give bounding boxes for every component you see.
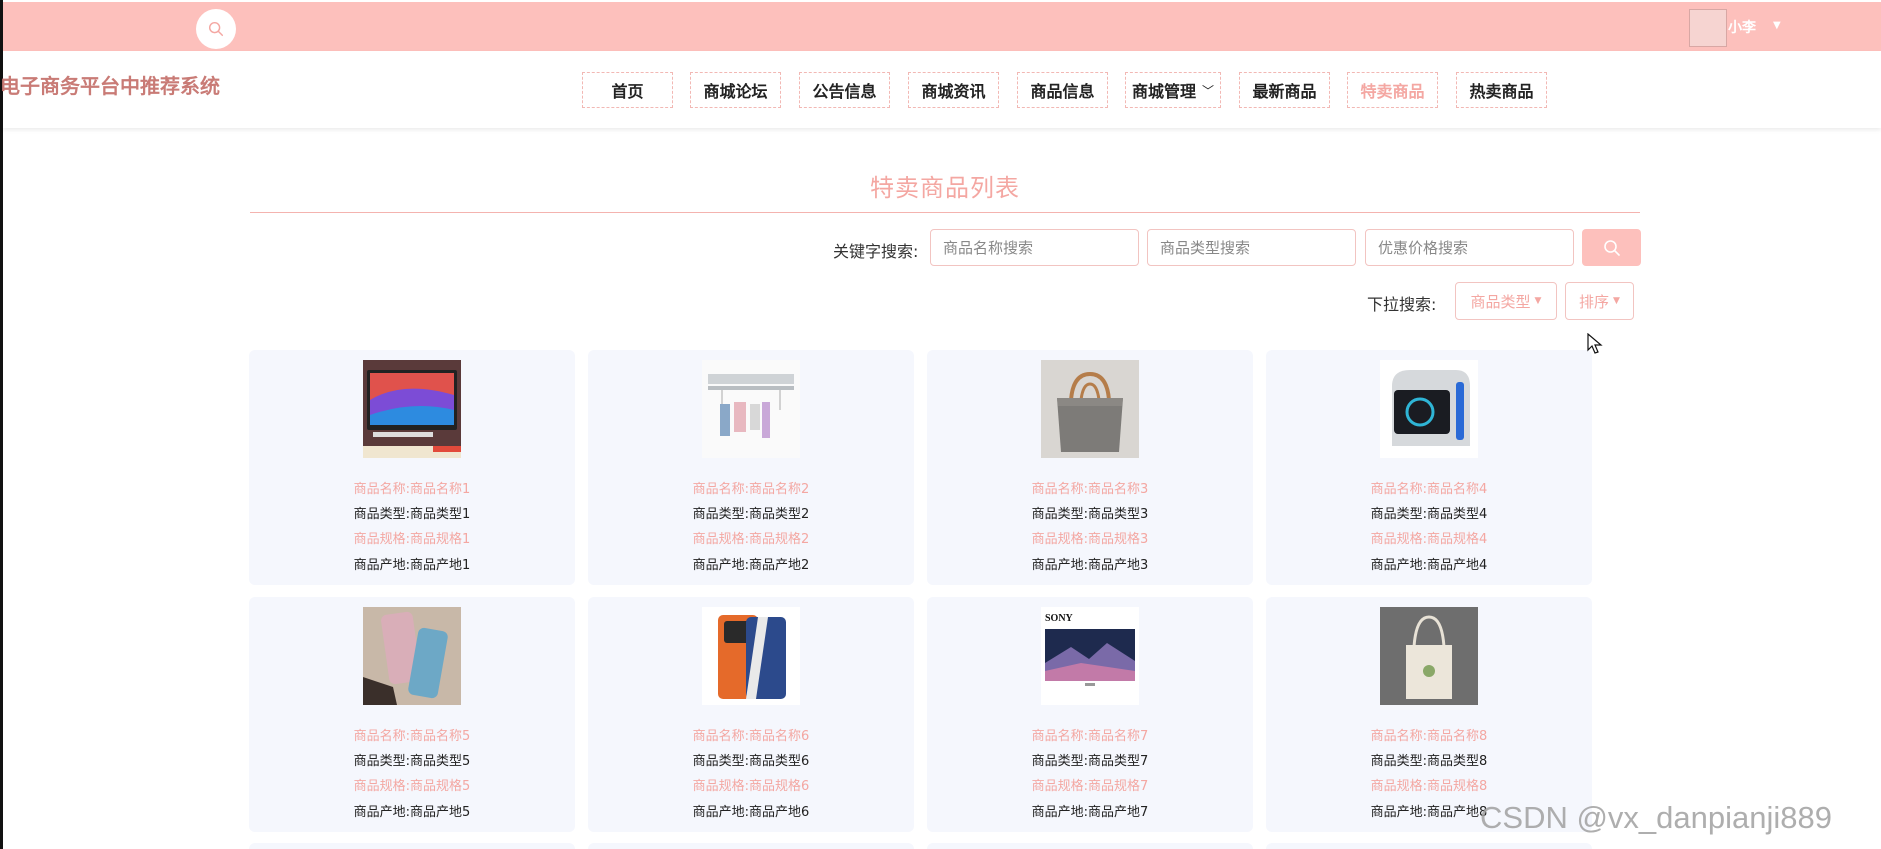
product-origin: 商品产地:商品产地3 bbox=[1031, 558, 1149, 573]
discount-price-search-input[interactable] bbox=[1365, 229, 1574, 266]
nav-label: 商城资讯 bbox=[921, 82, 986, 101]
search-icon bbox=[208, 21, 224, 37]
product-type-search-input[interactable] bbox=[1147, 229, 1356, 266]
product-card[interactable] bbox=[249, 843, 575, 849]
product-name: 商品名称:商品名称8 bbox=[1370, 729, 1488, 744]
product-name: 商品名称:商品名称6 bbox=[692, 729, 810, 744]
product-type: 商品类型:商品类型5 bbox=[353, 754, 471, 769]
product-spec: 商品规格:商品规格3 bbox=[1031, 532, 1149, 547]
nav-item-home[interactable]: 首页 bbox=[582, 72, 673, 108]
product-spec: 商品规格:商品规格1 bbox=[353, 532, 471, 547]
product-card[interactable] bbox=[588, 843, 914, 849]
product-type: 商品类型:商品类型4 bbox=[1370, 507, 1488, 522]
product-spec: 商品规格:商品规格8 bbox=[1370, 779, 1488, 794]
product-spec: 商品规格:商品规格7 bbox=[1031, 779, 1149, 794]
product-card[interactable]: 商品名称:商品名称3 商品类型:商品类型3 商品规格:商品规格3 商品产地:商品… bbox=[927, 350, 1253, 585]
product-origin: 商品产地:商品产地5 bbox=[353, 805, 471, 820]
top-bar bbox=[3, 2, 1881, 51]
search-button[interactable] bbox=[1582, 229, 1641, 266]
dropdown-label: 商品类型 bbox=[1470, 292, 1531, 311]
product-image-drying-rack[interactable] bbox=[702, 360, 800, 458]
nav-label: 首页 bbox=[611, 82, 644, 101]
site-title: 电子商务平台中推荐系统 bbox=[0, 74, 220, 98]
product-type: 商品类型:商品类型6 bbox=[692, 754, 810, 769]
keyword-search-label: 关键字搜索: bbox=[833, 242, 919, 261]
nav-item-forum[interactable]: 商城论坛 bbox=[690, 72, 781, 108]
chevron-down-icon: ﹀ bbox=[1202, 83, 1215, 98]
page-title: 特卖商品列表 bbox=[870, 174, 1020, 202]
product-origin: 商品产地:商品产地7 bbox=[1031, 805, 1149, 820]
nav-label: 商城论坛 bbox=[703, 82, 768, 101]
nav-item-latest[interactable]: 最新商品 bbox=[1239, 72, 1330, 108]
nav-item-announcements[interactable]: 公告信息 bbox=[799, 72, 890, 108]
product-origin: 商品产地:商品产地4 bbox=[1370, 558, 1488, 573]
product-type: 商品类型:商品类型8 bbox=[1370, 754, 1488, 769]
product-name: 商品名称:商品名称1 bbox=[353, 482, 471, 497]
product-card[interactable]: 商品名称:商品名称5 商品类型:商品类型5 商品规格:商品规格5 商品产地:商品… bbox=[249, 597, 575, 832]
nav-item-special-offers[interactable]: 特卖商品 bbox=[1347, 72, 1438, 108]
product-spec: 商品规格:商品规格5 bbox=[353, 779, 471, 794]
search-icon bbox=[1603, 239, 1620, 256]
product-image-phone-cases[interactable] bbox=[363, 607, 461, 705]
product-type: 商品类型:商品类型3 bbox=[1031, 507, 1149, 522]
product-origin: 商品产地:商品产地2 bbox=[692, 558, 810, 573]
nav-label: 热卖商品 bbox=[1469, 82, 1534, 101]
nav-item-hot[interactable]: 热卖商品 bbox=[1456, 72, 1547, 108]
product-name: 商品名称:商品名称4 bbox=[1370, 482, 1488, 497]
product-image-gaming-pc[interactable] bbox=[1380, 360, 1478, 458]
search-icon-button[interactable] bbox=[196, 9, 236, 49]
product-origin: 商品产地:商品产地6 bbox=[692, 805, 810, 820]
product-image-tote-bag[interactable] bbox=[1041, 360, 1139, 458]
product-name: 商品名称:商品名称7 bbox=[1031, 729, 1149, 744]
avatar[interactable] bbox=[1689, 9, 1727, 47]
nav-label: 特卖商品 bbox=[1360, 82, 1425, 101]
product-card[interactable]: 商品名称:商品名称8 商品类型:商品类型8 商品规格:商品规格8 商品产地:商品… bbox=[1266, 597, 1592, 832]
product-name-search-input[interactable] bbox=[930, 229, 1139, 266]
product-image-sony-tv[interactable]: SONY bbox=[1041, 607, 1139, 705]
sort-dropdown[interactable]: 排序 ▼ bbox=[1565, 282, 1634, 320]
product-card[interactable] bbox=[1266, 843, 1592, 849]
nav-label: 商品信息 bbox=[1030, 82, 1095, 101]
chevron-down-icon[interactable]: ▼ bbox=[1773, 20, 1781, 31]
caret-down-icon: ▼ bbox=[1613, 296, 1620, 306]
product-image-smartphone[interactable] bbox=[702, 607, 800, 705]
product-spec: 商品规格:商品规格6 bbox=[692, 779, 810, 794]
nav-label: 商城管理 bbox=[1131, 82, 1196, 101]
dropdown-search-label: 下拉搜索: bbox=[1367, 295, 1437, 314]
watermark: CSDN @vx_danpianji889 bbox=[1480, 800, 1832, 835]
product-card[interactable] bbox=[927, 843, 1253, 849]
nav-label: 最新商品 bbox=[1252, 82, 1317, 101]
product-type: 商品类型:商品类型7 bbox=[1031, 754, 1149, 769]
product-type: 商品类型:商品类型1 bbox=[353, 507, 471, 522]
product-image-canvas-bag[interactable] bbox=[1380, 607, 1478, 705]
product-image-imac[interactable] bbox=[363, 360, 461, 458]
dropdown-label: 排序 bbox=[1579, 292, 1610, 311]
product-card[interactable]: 商品名称:商品名称2 商品类型:商品类型2 商品规格:商品规格2 商品产地:商品… bbox=[588, 350, 914, 585]
product-card[interactable]: 商品名称:商品名称1 商品类型:商品类型1 商品规格:商品规格1 商品产地:商品… bbox=[249, 350, 575, 585]
product-card[interactable]: SONY 商品名称:商品名称7 商品类型:商品类型7 商品规格:商品规格7 商品… bbox=[927, 597, 1253, 832]
product-type: 商品类型:商品类型2 bbox=[692, 507, 810, 522]
product-name: 商品名称:商品名称2 bbox=[692, 482, 810, 497]
title-divider bbox=[250, 212, 1640, 213]
product-spec: 商品规格:商品规格2 bbox=[692, 532, 810, 547]
product-spec: 商品规格:商品规格4 bbox=[1370, 532, 1488, 547]
nav-item-products[interactable]: 商品信息 bbox=[1017, 72, 1108, 108]
nav-label: 公告信息 bbox=[812, 82, 877, 101]
product-name: 商品名称:商品名称3 bbox=[1031, 482, 1149, 497]
caret-down-icon: ▼ bbox=[1534, 296, 1542, 306]
nav-item-news[interactable]: 商城资讯 bbox=[908, 72, 999, 108]
product-name: 商品名称:商品名称5 bbox=[353, 729, 471, 744]
tv-brand-text: SONY bbox=[1045, 613, 1074, 624]
product-type-dropdown[interactable]: 商品类型 ▼ bbox=[1455, 282, 1557, 320]
product-origin: 商品产地:商品产地1 bbox=[353, 558, 471, 573]
product-card[interactable]: 商品名称:商品名称4 商品类型:商品类型4 商品规格:商品规格4 商品产地:商品… bbox=[1266, 350, 1592, 585]
product-card[interactable]: 商品名称:商品名称6 商品类型:商品类型6 商品规格:商品规格6 商品产地:商品… bbox=[588, 597, 914, 832]
user-name[interactable]: 小李 bbox=[1728, 17, 1756, 37]
mouse-cursor-icon bbox=[1587, 333, 1603, 354]
nav-item-mall-management[interactable]: 商城管理 ﹀ bbox=[1125, 72, 1221, 108]
